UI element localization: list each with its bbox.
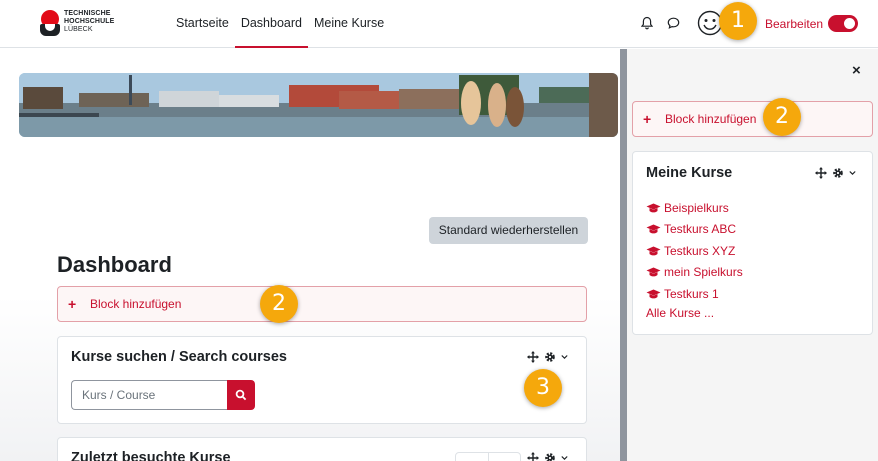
logo-text: TECHNISCHE HOCHSCHULE LÜBECK xyxy=(64,10,114,34)
edit-mode-toggle[interactable] xyxy=(828,15,858,32)
my-courses-title: Meine Kurse xyxy=(646,165,733,181)
callout-badge-2-drawer: 2 xyxy=(763,98,801,136)
plus-icon: + xyxy=(643,111,652,127)
edit-mode-label[interactable]: Bearbeiten xyxy=(765,17,823,31)
block-controls-2 xyxy=(527,452,568,461)
chevron-down-icon[interactable] xyxy=(849,170,856,176)
course-link[interactable]: Testkurs ABC xyxy=(646,219,743,241)
course-link-label: Testkurs ABC xyxy=(664,222,737,237)
carousel-pager[interactable] xyxy=(455,452,521,461)
gear-icon[interactable] xyxy=(544,351,556,363)
page-title: Dashboard xyxy=(57,252,172,277)
chat-icon[interactable] xyxy=(667,17,680,29)
graduation-cap-icon xyxy=(646,289,661,299)
course-link[interactable]: Testkurs XYZ xyxy=(646,240,743,262)
callout-badge-2-main: 2 xyxy=(260,285,298,323)
my-courses-list: Beispielkurs Testkurs ABC Testkurs XYZ m… xyxy=(646,197,743,305)
move-icon[interactable] xyxy=(527,351,539,363)
logo-line-2: HOCHSCHULE xyxy=(64,18,115,25)
nav-link-startseite[interactable]: Startseite xyxy=(170,0,235,48)
nav-link-dashboard[interactable]: Dashboard xyxy=(234,0,308,48)
all-courses-link[interactable]: Alle Kurse ... xyxy=(646,306,714,320)
callout-badge-3: 3 xyxy=(524,369,562,407)
course-search-title: Kurse suchen / Search courses xyxy=(71,349,287,365)
add-block-button-main[interactable]: + Block hinzufügen xyxy=(57,286,587,322)
move-icon[interactable] xyxy=(815,167,827,179)
graduation-cap-icon xyxy=(646,246,661,256)
gear-icon[interactable] xyxy=(832,167,844,179)
block-controls xyxy=(527,351,568,363)
add-block-label: Block hinzufügen xyxy=(665,112,757,126)
plus-icon: + xyxy=(68,296,77,312)
recent-courses-title: Zuletzt besuchte Kurse xyxy=(71,450,231,461)
course-search-input[interactable]: Kurs / Course xyxy=(71,380,227,410)
chevron-down-icon[interactable] xyxy=(561,354,568,360)
gear-icon[interactable] xyxy=(544,452,556,461)
add-block-button-drawer[interactable]: + Block hinzufügen xyxy=(632,101,873,137)
logo[interactable]: TECHNISCHE HOCHSCHULE LÜBECK xyxy=(40,9,130,39)
search-icon xyxy=(235,389,247,401)
course-link-label: Testkurs XYZ xyxy=(664,243,736,258)
primary-navigation: Startseite Dashboard Meine Kurse xyxy=(170,0,390,48)
course-link[interactable]: mein Spielkurs xyxy=(646,262,743,284)
logo-line-1: TECHNISCHE xyxy=(64,10,111,17)
drawer-separator[interactable] xyxy=(620,49,627,461)
course-link[interactable]: Testkurs 1 xyxy=(646,283,743,305)
callout-badge-1: 1 xyxy=(719,2,757,40)
course-link-label: Testkurs 1 xyxy=(664,286,719,301)
chevron-down-icon[interactable] xyxy=(561,455,568,461)
graduation-cap-icon xyxy=(646,224,661,234)
block-controls-drawer xyxy=(815,167,856,179)
nav-link-meine-kurse[interactable]: Meine Kurse xyxy=(308,0,390,48)
close-drawer-icon[interactable]: × xyxy=(852,62,861,79)
move-icon[interactable] xyxy=(527,452,539,461)
course-link-label: Beispielkurs xyxy=(664,200,729,215)
graduation-cap-icon xyxy=(646,203,661,213)
logo-base xyxy=(40,24,60,36)
header-banner-image xyxy=(19,73,618,137)
course-link-label: mein Spielkurs xyxy=(664,265,743,280)
bell-icon[interactable] xyxy=(641,16,653,30)
course-search-button[interactable] xyxy=(227,380,255,410)
restore-default-button[interactable]: Standard wiederherstellen xyxy=(429,217,588,244)
logo-line-3: LÜBECK xyxy=(64,26,93,33)
graduation-cap-icon xyxy=(646,267,661,277)
add-block-label: Block hinzufügen xyxy=(90,297,182,311)
course-link[interactable]: Beispielkurs xyxy=(646,197,743,219)
